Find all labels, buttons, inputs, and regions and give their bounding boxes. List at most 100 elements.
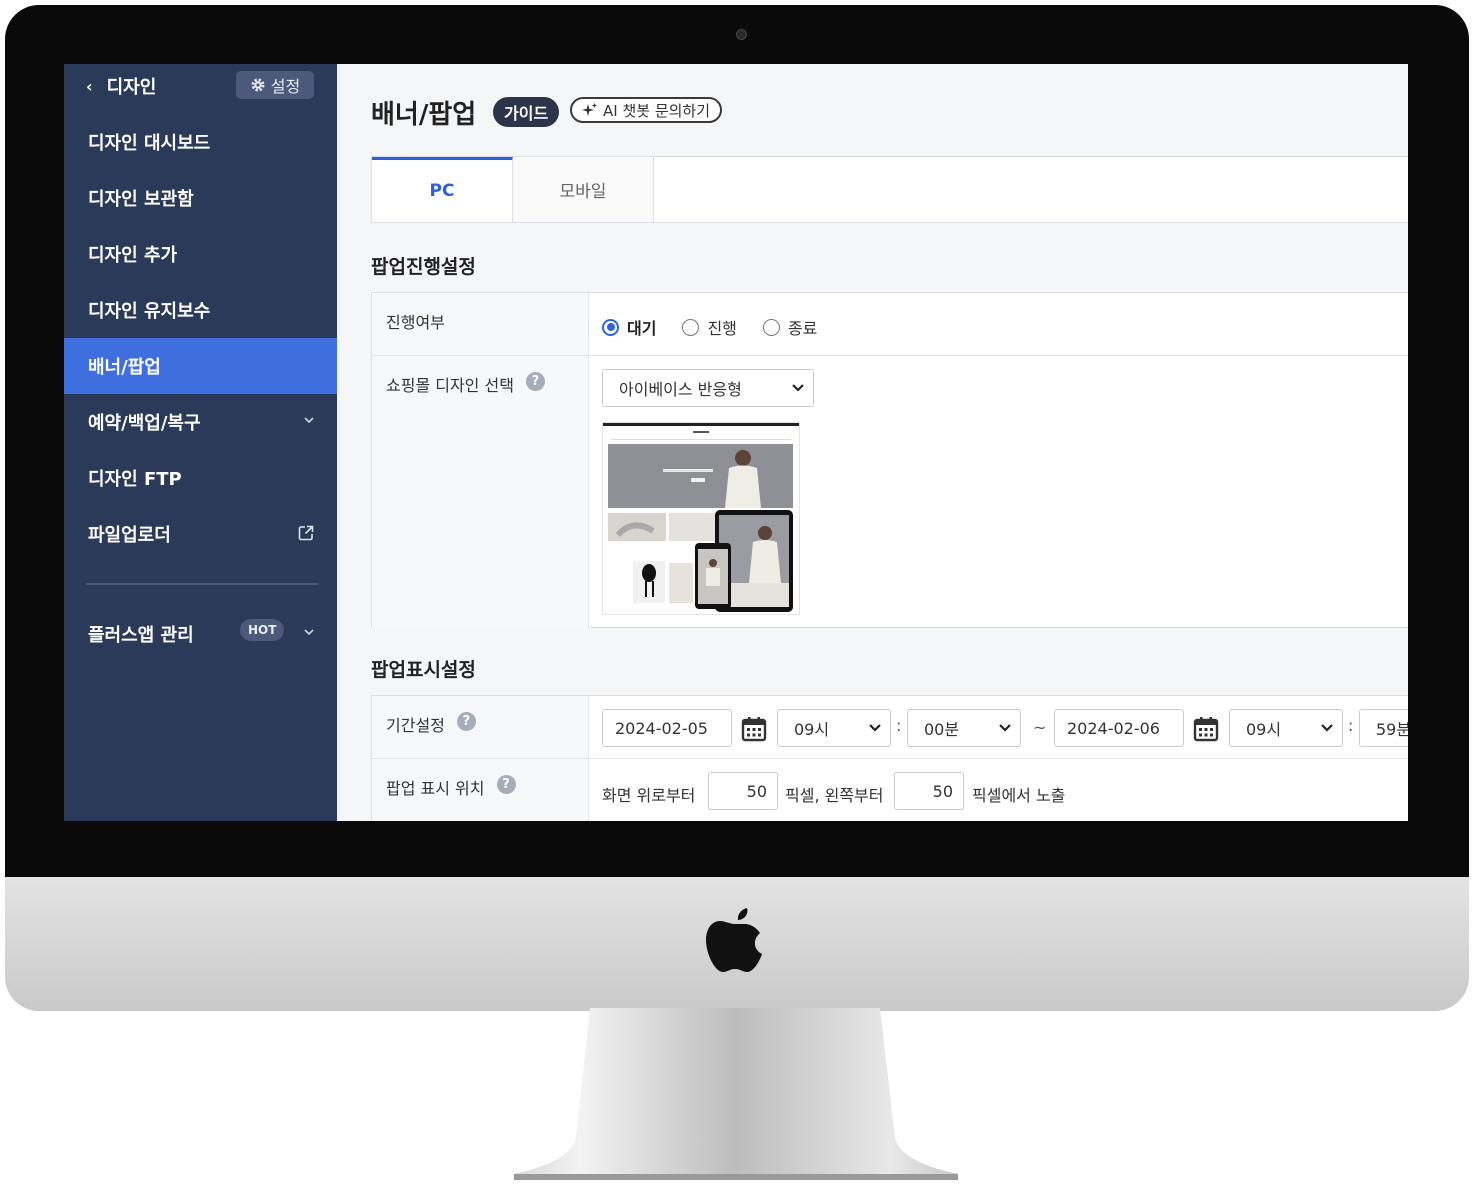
gear-icon: [251, 78, 265, 92]
input-value: 2024-02-06: [1067, 718, 1160, 738]
label-text: 쇼핑몰 디자인 선택: [386, 376, 514, 395]
range-separator: ~: [1033, 718, 1047, 737]
label-text: 팝업 표시 위치: [386, 779, 485, 798]
radio-label: 종료: [787, 319, 818, 338]
apple-logo-icon: [706, 908, 762, 972]
sidebar-item-label: 디자인 추가: [88, 245, 178, 266]
input-value: 50: [932, 781, 953, 801]
status-row: 진행여부 대기 진행 종료: [372, 293, 1408, 356]
sidebar-item-plus-app[interactable]: 플러스앱 관리 HOT: [64, 606, 337, 662]
input-value: 50: [746, 781, 767, 801]
section-title-progress: 팝업진행설정: [371, 256, 476, 278]
label-text: 기간설정: [386, 716, 445, 735]
help-icon[interactable]: ?: [496, 775, 516, 794]
settings-button[interactable]: 설정: [236, 71, 314, 99]
sparkle-icon: [582, 103, 597, 116]
back-link[interactable]: ‹ 디자인: [86, 74, 157, 99]
sidebar-item-file-uploader[interactable]: 파일업로더: [64, 506, 337, 562]
tab-mobile[interactable]: 모바일: [513, 157, 654, 222]
design-row: 쇼핑몰 디자인 선택 ? 아이베이스 반응형: [372, 356, 1408, 628]
input-value: 2024-02-05: [615, 718, 708, 738]
position-row: 팝업 표시 위치 ? 화면 위로부터 50 픽셀, 왼쪽부터 50 픽셀에서 노…: [372, 759, 1408, 821]
sidebar-item-maintenance[interactable]: 디자인 유지보수: [64, 282, 337, 338]
position-left-input[interactable]: 50: [894, 772, 964, 810]
calendar-icon[interactable]: [741, 716, 767, 742]
sidebar-item-backup[interactable]: 예약/백업/복구: [64, 394, 337, 450]
chevron-left-icon: ‹: [86, 76, 93, 96]
sidebar-divider: [86, 583, 318, 585]
camera-dot: [736, 29, 747, 40]
radio-ended[interactable]: 종료: [762, 315, 818, 339]
sidebar-item-dashboard[interactable]: 디자인 대시보드: [64, 114, 337, 170]
design-label: 쇼핑몰 디자인 선택 ?: [372, 356, 589, 628]
chevron-down-icon: [792, 384, 804, 392]
sidebar-item-label: 파일업로더: [88, 525, 171, 546]
select-value: 09시: [1246, 720, 1282, 739]
device-tabs: PC 모바일: [371, 156, 1408, 223]
end-minute-select[interactable]: 59분: [1359, 709, 1408, 747]
position-label: 팝업 표시 위치 ?: [372, 759, 589, 821]
end-hour-select[interactable]: 09시: [1229, 709, 1343, 747]
status-label: 진행여부: [372, 293, 589, 355]
select-value: 09시: [794, 720, 830, 739]
sidebar-item-add-design[interactable]: 디자인 추가: [64, 226, 337, 282]
radio-unchecked-icon: [762, 318, 780, 336]
help-icon[interactable]: ?: [456, 712, 476, 731]
main-content: 배너/팝업 가이드 AI 챗봇 문의하기 PC 모바일 팝업진행설정 진행여부: [337, 64, 1408, 821]
tab-label: PC: [429, 181, 455, 201]
sidebar-item-label: 플러스앱 관리: [88, 625, 194, 646]
guide-button[interactable]: 가이드: [493, 97, 560, 127]
design-preview-image: [602, 422, 800, 615]
position-text-suffix: 픽셀에서 노출: [972, 786, 1066, 805]
radio-label: 대기: [627, 319, 657, 338]
progress-settings-table: 진행여부 대기 진행 종료 쇼핑몰 디자인 선택 ? 아이베이스 반응형: [371, 292, 1408, 628]
chevron-down-icon: [999, 724, 1011, 732]
label-text: 진행여부: [386, 313, 445, 332]
select-value: 59분: [1376, 720, 1408, 739]
sidebar-item-label: 디자인 유지보수: [88, 301, 211, 322]
end-date-input[interactable]: 2024-02-06: [1054, 709, 1184, 747]
select-value: 00분: [924, 720, 960, 739]
chevron-down-icon: [869, 724, 881, 732]
back-label: 디자인: [106, 77, 157, 98]
start-hour-select[interactable]: 09시: [777, 709, 891, 747]
design-select[interactable]: 아이베이스 반응형: [602, 369, 814, 407]
sidebar: ‹ 디자인 설정 디자인 대시보드 디자인 보관함 디자인 추가 디자인 유지보…: [64, 64, 337, 821]
chevron-down-icon: [304, 417, 314, 424]
sidebar-item-storage[interactable]: 디자인 보관함: [64, 170, 337, 226]
position-text-top: 화면 위로부터: [602, 786, 696, 805]
external-link-icon: [298, 525, 314, 541]
status-radio-group: 대기 진행 종료: [602, 315, 817, 339]
start-date-input[interactable]: 2024-02-05: [602, 709, 732, 747]
radio-checked-icon: [602, 318, 619, 336]
radio-waiting[interactable]: 대기: [602, 315, 656, 339]
display-settings-table: 기간설정 ? 2024-02-05 09시 : 00분 ~ 2024-02-06…: [371, 695, 1408, 821]
sidebar-item-banner-popup[interactable]: 배너/팝업: [64, 338, 337, 394]
design-preview-graphic: [603, 423, 799, 614]
tab-pc[interactable]: PC: [372, 157, 513, 222]
radio-unchecked-icon: [682, 318, 700, 336]
section-title-display: 팝업표시설정: [371, 659, 476, 681]
page-title: 배너/팝업: [371, 100, 477, 130]
sidebar-item-label: 디자인 FTP: [88, 469, 182, 490]
monitor-stand: [514, 1008, 958, 1180]
time-colon: :: [896, 716, 902, 735]
time-colon: :: [1348, 716, 1354, 735]
radio-label: 진행: [707, 319, 737, 338]
ai-chatbot-button[interactable]: AI 챗봇 문의하기: [570, 97, 723, 123]
position-text-left: 픽셀, 왼쪽부터: [785, 786, 884, 805]
position-top-input[interactable]: 50: [708, 772, 778, 810]
radio-in-progress[interactable]: 진행: [682, 315, 737, 339]
chevron-down-icon: [1321, 724, 1333, 732]
sidebar-item-label: 배너/팝업: [88, 357, 161, 378]
help-icon[interactable]: ?: [525, 372, 545, 391]
sidebar-item-label: 예약/백업/복구: [88, 413, 201, 434]
select-value: 아이베이스 반응형: [619, 380, 742, 399]
sidebar-item-ftp[interactable]: 디자인 FTP: [64, 450, 337, 506]
chevron-down-icon: [304, 629, 314, 636]
tab-label: 모바일: [559, 182, 607, 202]
calendar-icon[interactable]: [1193, 716, 1219, 742]
start-minute-select[interactable]: 00분: [907, 709, 1021, 747]
period-row: 기간설정 ? 2024-02-05 09시 : 00분 ~ 2024-02-06…: [372, 696, 1408, 759]
hot-badge: HOT: [240, 619, 285, 641]
